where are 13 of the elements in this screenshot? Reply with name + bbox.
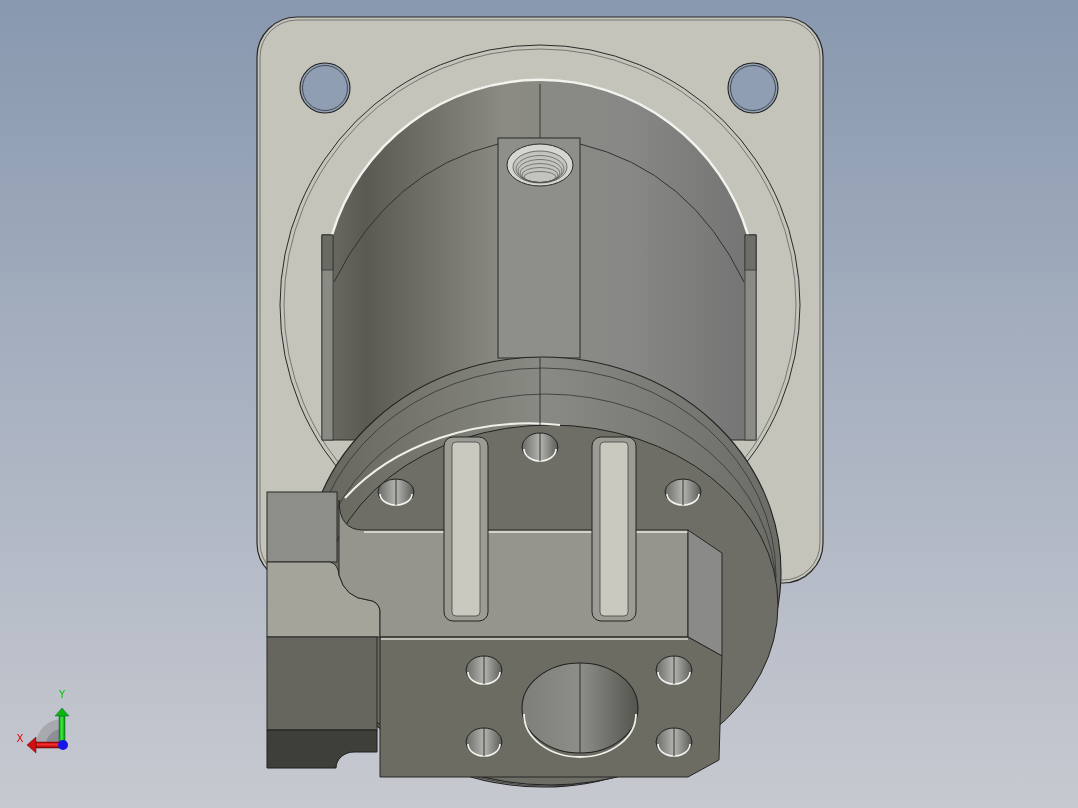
x-axis-label: X xyxy=(16,733,24,744)
axis-triad-icon xyxy=(26,707,70,754)
mounting-hole xyxy=(727,62,779,114)
bolt-hole xyxy=(521,432,559,462)
threaded-hole xyxy=(506,143,574,187)
bolt-hole xyxy=(655,727,693,757)
bolt-hole xyxy=(655,655,693,685)
y-axis-label: Y xyxy=(58,689,66,700)
bolt-hole xyxy=(465,655,503,685)
bolt-hole xyxy=(465,727,503,757)
bolt-hole xyxy=(664,478,702,506)
bolt-hole xyxy=(377,478,415,506)
mounting-hole xyxy=(299,62,351,114)
